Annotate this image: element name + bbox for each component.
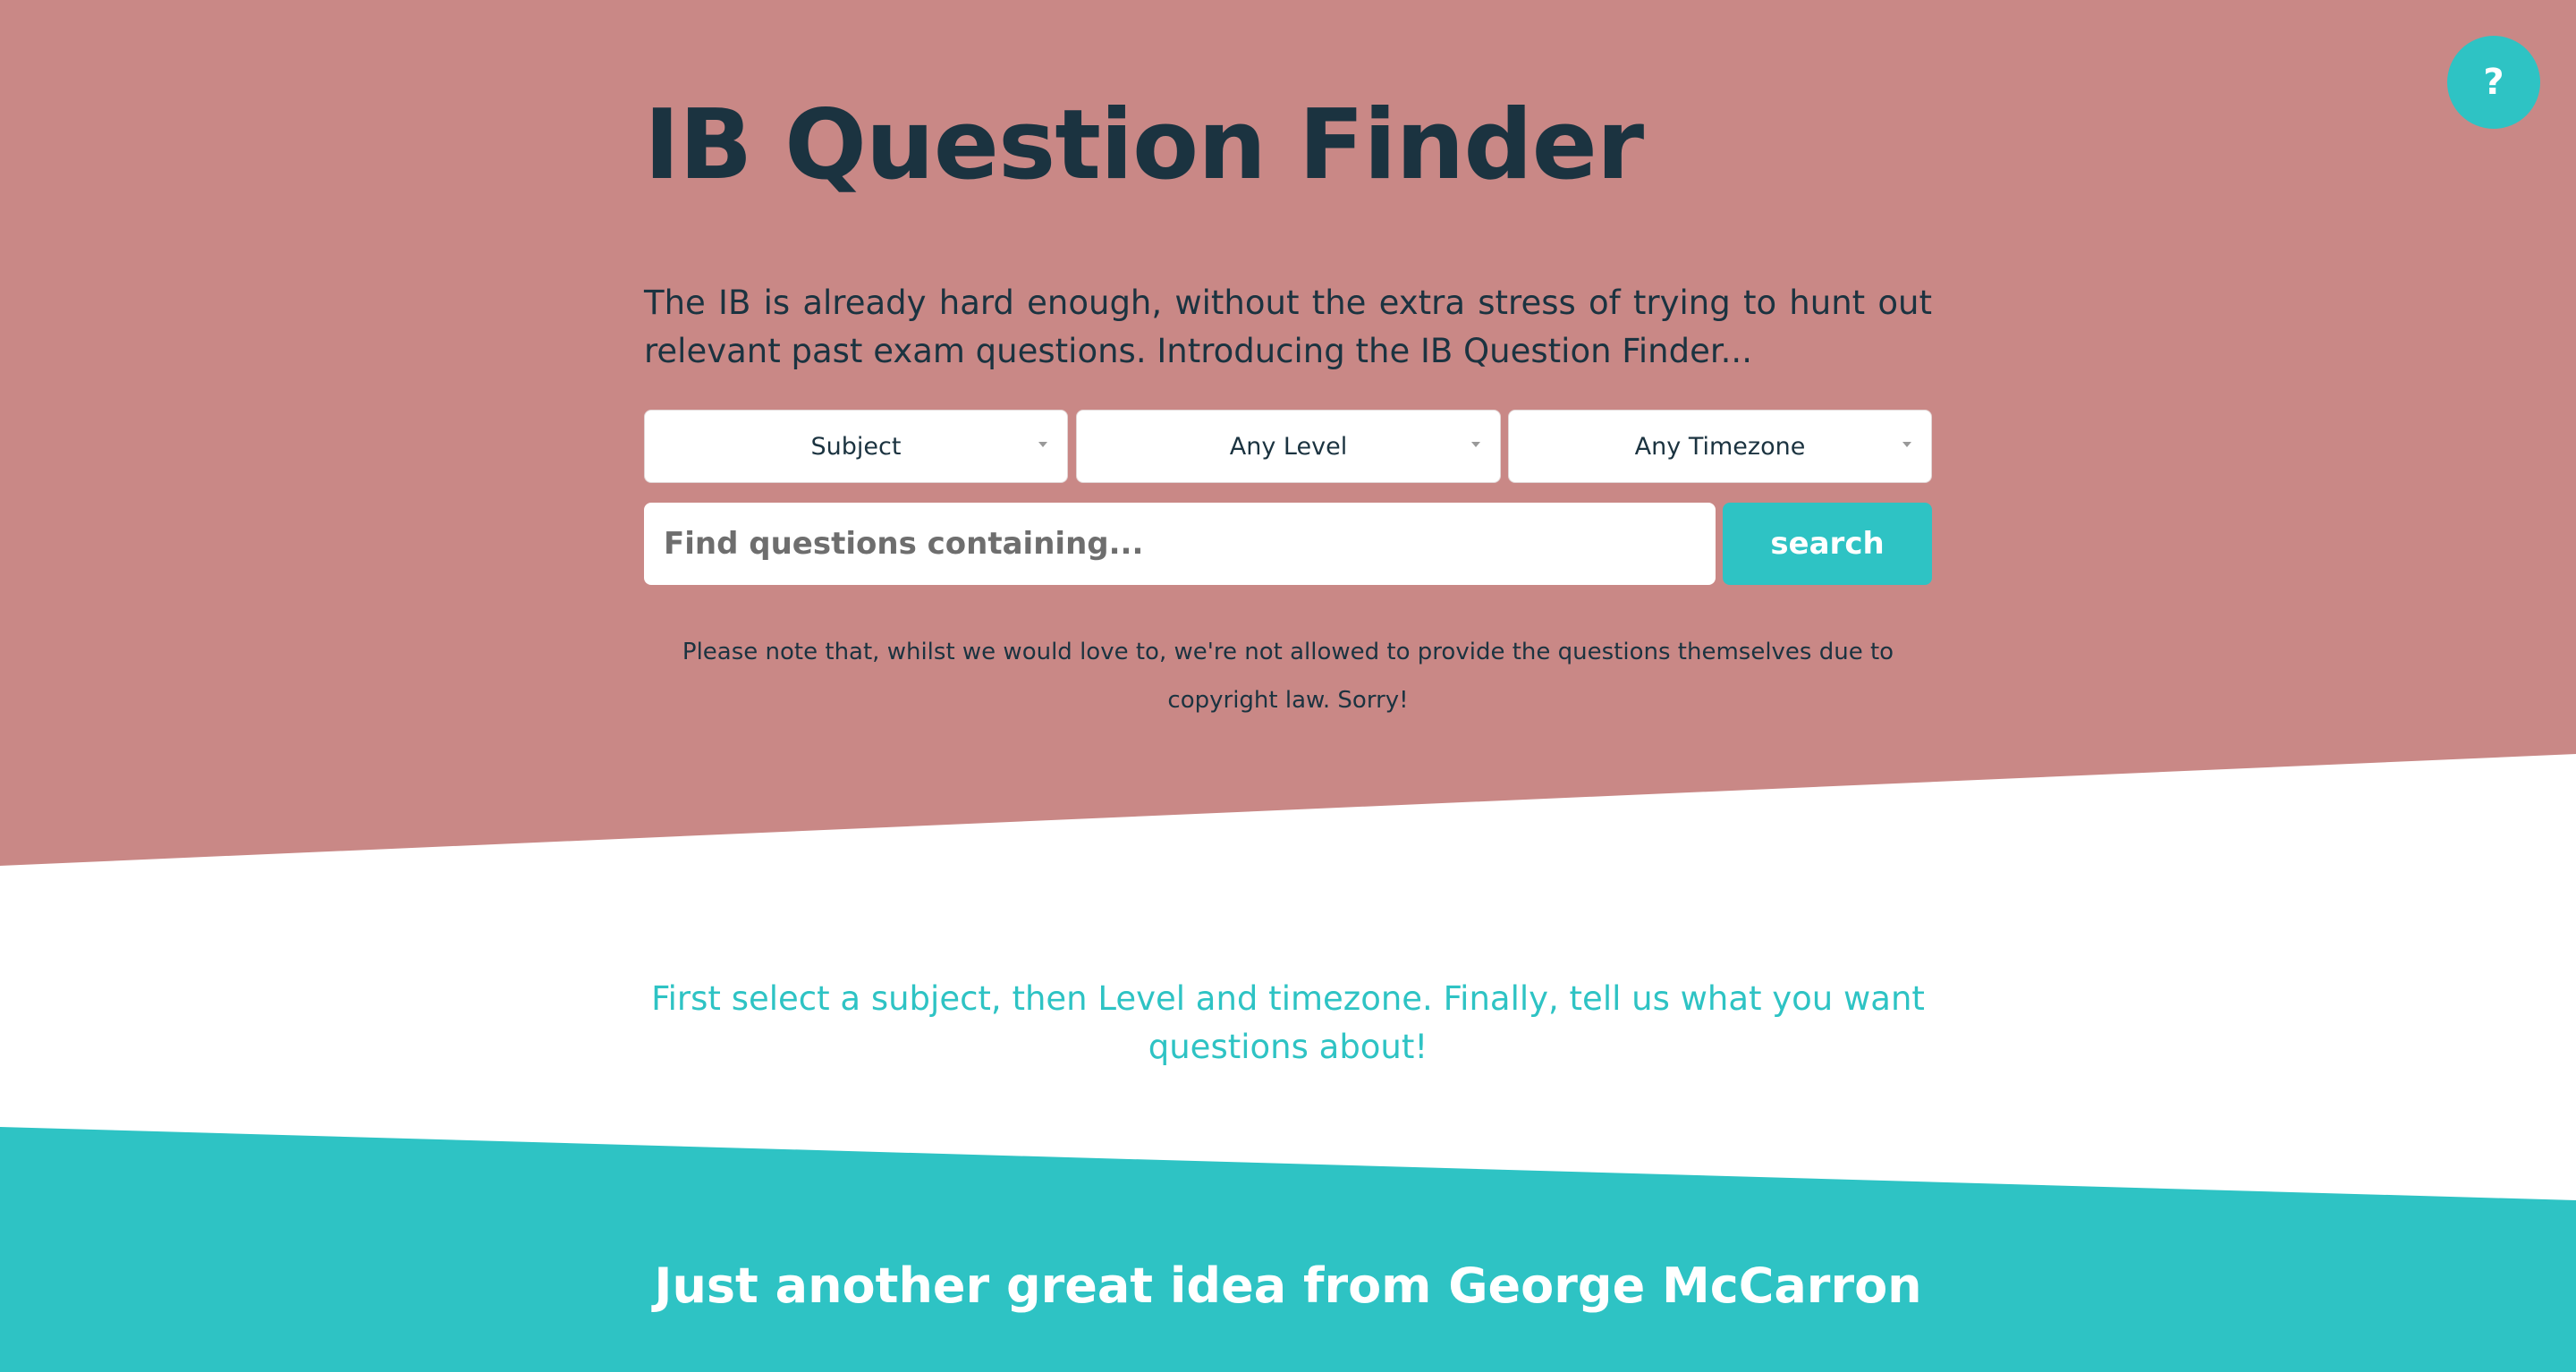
help-icon: ? xyxy=(2483,62,2504,103)
copyright-disclaimer: Please note that, whilst we would love t… xyxy=(682,639,1894,714)
search-input[interactable] xyxy=(644,503,1716,585)
page: ? IB Question Finder The IB is already h… xyxy=(0,0,2576,1372)
instruction-text: First select a subject, then Level and t… xyxy=(651,979,1925,1066)
timezone-select[interactable]: Any Timezone xyxy=(1508,410,1932,483)
level-select-label: Any Level xyxy=(1229,432,1348,461)
search-button[interactable]: search xyxy=(1723,503,1932,585)
footer-credit: Just another great idea from George McCa… xyxy=(654,1258,1922,1314)
chevron-down-icon xyxy=(1038,442,1047,447)
chevron-down-icon xyxy=(1471,442,1480,447)
intro-text: The IB is already hard enough, without t… xyxy=(644,284,1932,370)
chevron-down-icon xyxy=(1902,442,1911,447)
timezone-select-label: Any Timezone xyxy=(1634,432,1806,461)
subject-select-label: Subject xyxy=(810,432,902,461)
level-select[interactable]: Any Level xyxy=(1076,410,1501,483)
footer-background xyxy=(0,1127,2576,1372)
subject-select[interactable]: Subject xyxy=(644,410,1068,483)
page-title: IB Question Finder xyxy=(644,89,1644,201)
help-button[interactable]: ? xyxy=(2447,36,2540,129)
